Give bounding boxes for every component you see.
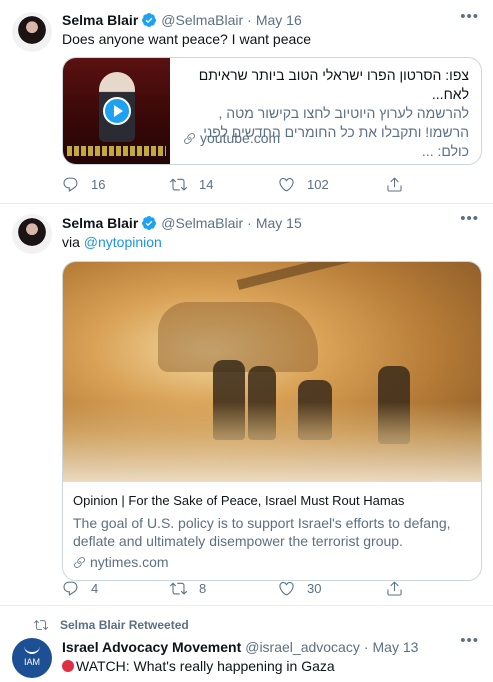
tweet-2[interactable]: Selma Blair @SelmaBlair · May 15 ••• via…	[0, 204, 493, 606]
video-thumbnail[interactable]	[63, 58, 170, 164]
card-domain: nytimes.com	[73, 554, 471, 570]
dot-separator: ·	[247, 12, 252, 28]
tweet-actions: 4 8 30	[62, 580, 422, 597]
card-image[interactable]	[63, 262, 481, 482]
like-button[interactable]: 102	[278, 176, 386, 193]
share-button[interactable]	[386, 580, 415, 597]
card-title: Opinion | For the Sake of Peace, Israel …	[73, 493, 405, 508]
card-body: צפו: הסרטון הפרו ישראלי הטוב ביותר שראית…	[170, 58, 481, 164]
more-icon[interactable]: •••	[460, 632, 479, 649]
card-description: The goal of U.S. policy is to support Is…	[73, 515, 451, 549]
more-icon[interactable]: •••	[460, 210, 479, 227]
card-domain-text: nytimes.com	[90, 554, 169, 570]
retweet-icon	[170, 178, 187, 191]
more-icon[interactable]: •••	[460, 8, 479, 25]
share-icon	[387, 581, 402, 596]
tweet-text-prefix: via	[62, 234, 80, 250]
red-circle-icon	[62, 660, 74, 672]
author-name[interactable]: Selma Blair	[62, 11, 138, 29]
verified-badge-icon	[142, 13, 157, 27]
retweet-icon	[170, 582, 187, 595]
retweet-button[interactable]: 14	[170, 176, 278, 193]
share-button[interactable]	[386, 176, 415, 193]
like-count: 102	[307, 177, 329, 192]
avatar-text: IAM	[23, 657, 40, 667]
tweet-header: Israel Advocacy Movement @israel_advocac…	[62, 638, 418, 656]
reply-button[interactable]: 4	[62, 580, 170, 597]
like-button[interactable]: 30	[278, 580, 386, 597]
share-icon	[387, 177, 402, 192]
author-name[interactable]: Selma Blair	[62, 214, 138, 232]
like-icon	[279, 581, 294, 596]
reply-button[interactable]: 16	[62, 176, 170, 193]
play-icon[interactable]	[103, 97, 131, 125]
link-card[interactable]: Opinion | For the Sake of Peace, Israel …	[62, 261, 482, 581]
tweet-text: via @nytopinion	[62, 233, 162, 252]
verified-badge-icon	[142, 216, 157, 230]
tweet-text: Does anyone want peace? I want peace	[62, 31, 312, 47]
retweet-button[interactable]: 8	[170, 580, 278, 597]
tweet-text: WATCH: What's really happening in Gaza	[62, 657, 335, 676]
reply-icon	[63, 177, 78, 192]
author-handle[interactable]: @israel_advocacy	[245, 638, 360, 656]
tweet-header: Selma Blair @SelmaBlair · May 15	[62, 214, 302, 232]
author-handle[interactable]: @SelmaBlair	[161, 11, 243, 29]
card-domain-text: youtube.com	[200, 130, 281, 146]
author-name[interactable]: Israel Advocacy Movement	[62, 638, 241, 656]
reply-count: 4	[91, 581, 99, 596]
retweet-icon	[34, 620, 48, 630]
card-body: Opinion | For the Sake of Peace, Israel …	[63, 482, 481, 580]
link-icon	[184, 132, 195, 144]
link-icon	[74, 556, 85, 568]
tweet-actions: 16 14 102	[62, 176, 422, 193]
avatar[interactable]	[12, 12, 52, 52]
reply-count: 16	[91, 177, 106, 192]
like-icon	[279, 177, 294, 192]
card-title: צפו: הסרטון הפרו ישראלי הטוב ביותר שראית…	[198, 67, 469, 102]
tweet-date[interactable]: May 13	[373, 638, 419, 656]
retweet-count: 8	[199, 581, 207, 596]
dot-separator: ·	[363, 639, 369, 655]
tweet-date[interactable]: May 16	[256, 11, 302, 29]
avatar[interactable]: IAM	[12, 638, 52, 678]
reply-icon	[63, 581, 78, 596]
retweeted-by-text: Selma Blair Retweeted	[60, 618, 189, 632]
tweet-1[interactable]: Selma Blair @SelmaBlair · May 16 ••• Doe…	[0, 0, 493, 204]
retweet-count: 14	[199, 177, 214, 192]
retweeted-by[interactable]: Selma Blair Retweeted	[34, 618, 189, 632]
tweet-date[interactable]: May 15	[256, 214, 302, 232]
link-card[interactable]: צפו: הסרטון הפרו ישראלי הטוב ביותר שראית…	[62, 57, 482, 165]
tweet-text-content: WATCH: What's really happening in Gaza	[76, 658, 335, 674]
author-handle[interactable]: @SelmaBlair	[161, 214, 243, 232]
avatar[interactable]	[12, 214, 52, 254]
like-count: 30	[307, 581, 322, 596]
mention-link[interactable]: @nytopinion	[84, 234, 162, 250]
card-domain: youtube.com	[183, 130, 280, 146]
tweet-header: Selma Blair @SelmaBlair · May 16	[62, 11, 302, 29]
dot-separator: ·	[247, 215, 252, 231]
